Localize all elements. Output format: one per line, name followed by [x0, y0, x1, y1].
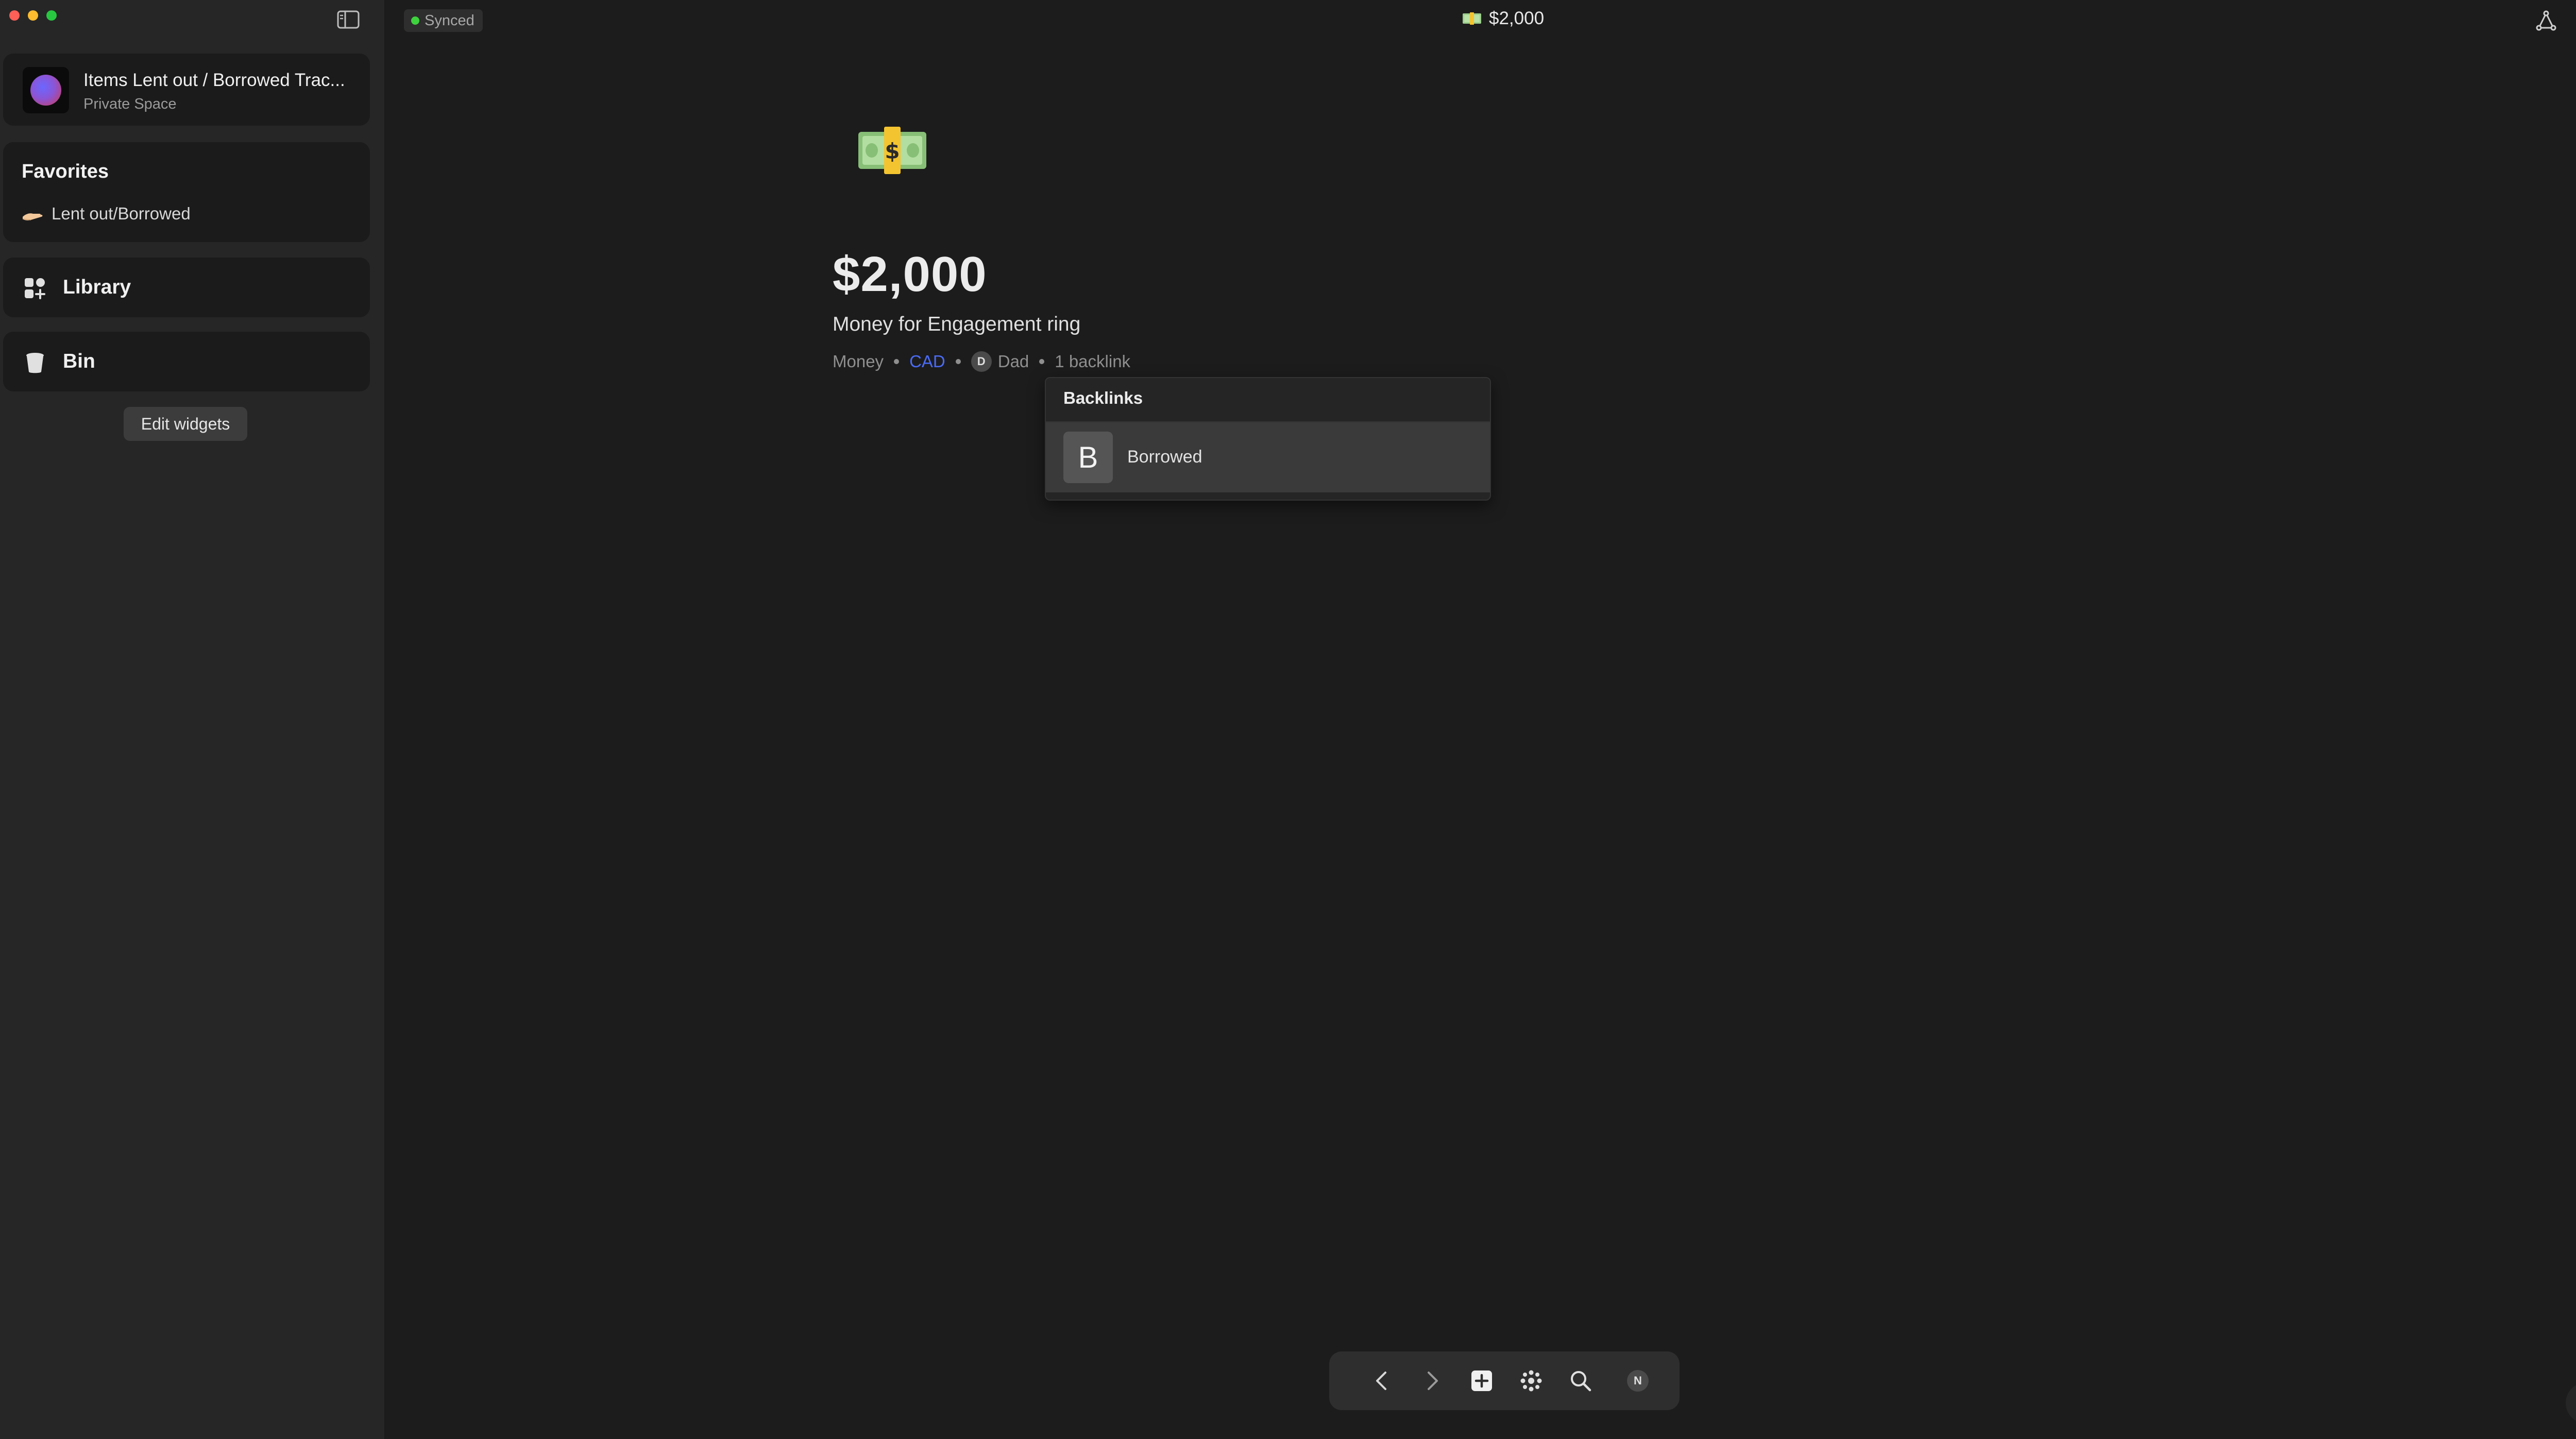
minimize-window-button[interactable]	[28, 10, 38, 21]
money-banknote-icon: $	[858, 127, 926, 174]
page-meta-row: Money CAD D Dad 1 backlink	[833, 351, 1130, 372]
sync-status-label: Synced	[425, 12, 474, 29]
person-avatar: D	[971, 351, 992, 372]
favorite-item-lent-out-borrowed[interactable]: Lent out/Borrowed	[22, 204, 191, 224]
window-controls	[9, 10, 57, 21]
sidebar-item-library[interactable]: Library	[3, 258, 370, 317]
meta-separator	[1039, 359, 1045, 364]
sidebar: Items Lent out / Borrowed Trac... Privat…	[0, 0, 385, 1439]
bin-icon	[23, 350, 47, 375]
sidebar-toggle-button[interactable]	[336, 9, 361, 30]
forward-icon	[1428, 1372, 1438, 1390]
svg-text:$: $	[885, 139, 900, 164]
hand-palm-up-icon	[22, 213, 43, 220]
plus-square-icon	[1471, 1371, 1492, 1391]
page-description[interactable]: Money for Engagement ring	[833, 313, 1080, 336]
library-icon	[23, 276, 47, 301]
meta-separator	[955, 359, 961, 364]
space-name: Items Lent out / Borrowed Trac...	[83, 70, 345, 90]
bottom-toolbar: N	[1329, 1351, 1680, 1410]
space-switcher[interactable]: Items Lent out / Borrowed Trac... Privat…	[3, 54, 370, 126]
backlinks-title: Backlinks	[1063, 388, 1143, 407]
page-title[interactable]: $2,000	[833, 246, 987, 303]
favorites-widget: Favorites Lent out/Borrowed	[3, 142, 370, 242]
space-subtitle: Private Space	[83, 96, 177, 112]
money-banknote-icon	[1463, 12, 1481, 25]
sidebar-toggle-icon	[337, 10, 360, 29]
graph-button[interactable]	[2533, 8, 2560, 33]
graph-view-button[interactable]	[1517, 1366, 1546, 1395]
sidebar-item-bin[interactable]: Bin	[3, 332, 370, 391]
header-page-title: $2,000	[1462, 8, 1544, 29]
create-object-button[interactable]	[1467, 1366, 1496, 1395]
header-title-text: $2,000	[1489, 8, 1545, 28]
zoom-window-button[interactable]	[46, 10, 57, 21]
sync-status-badge[interactable]: Synced	[404, 9, 483, 32]
edit-widgets-button[interactable]: Edit widgets	[124, 407, 247, 441]
meta-person: Dad	[997, 352, 1029, 371]
backlink-item[interactable]: B Borrowed	[1046, 422, 1490, 492]
meta-backlinks[interactable]: 1 backlink	[1055, 352, 1130, 371]
back-icon	[1376, 1372, 1386, 1390]
graph-icon	[2536, 10, 2556, 31]
search-icon	[1571, 1371, 1591, 1392]
backlink-avatar: B	[1063, 432, 1113, 483]
close-window-button[interactable]	[9, 10, 20, 21]
favorite-item-label: Lent out/Borrowed	[52, 204, 191, 223]
graph-dots-icon	[1520, 1370, 1542, 1392]
back-button[interactable]	[1367, 1366, 1396, 1395]
meta-type[interactable]: Money	[833, 352, 884, 371]
library-label: Library	[63, 276, 131, 298]
meta-currency-tag[interactable]: CAD	[909, 352, 945, 371]
backlinks-popup: Backlinks B Borrowed	[1045, 377, 1491, 501]
sync-status-dot	[411, 16, 419, 25]
forward-button[interactable]	[1418, 1366, 1447, 1395]
favorites-title[interactable]: Favorites	[22, 161, 109, 183]
search-button[interactable]	[1566, 1366, 1595, 1395]
meta-person-link[interactable]: D Dad	[971, 351, 1029, 372]
help-button[interactable]: ?	[2566, 1382, 2576, 1424]
meta-separator	[894, 359, 900, 364]
backlink-label: Borrowed	[1127, 447, 1202, 467]
bin-label: Bin	[63, 350, 95, 372]
page-emoji-icon[interactable]: $	[856, 125, 928, 179]
space-avatar	[23, 67, 69, 113]
profile-avatar[interactable]: N	[1627, 1370, 1649, 1392]
